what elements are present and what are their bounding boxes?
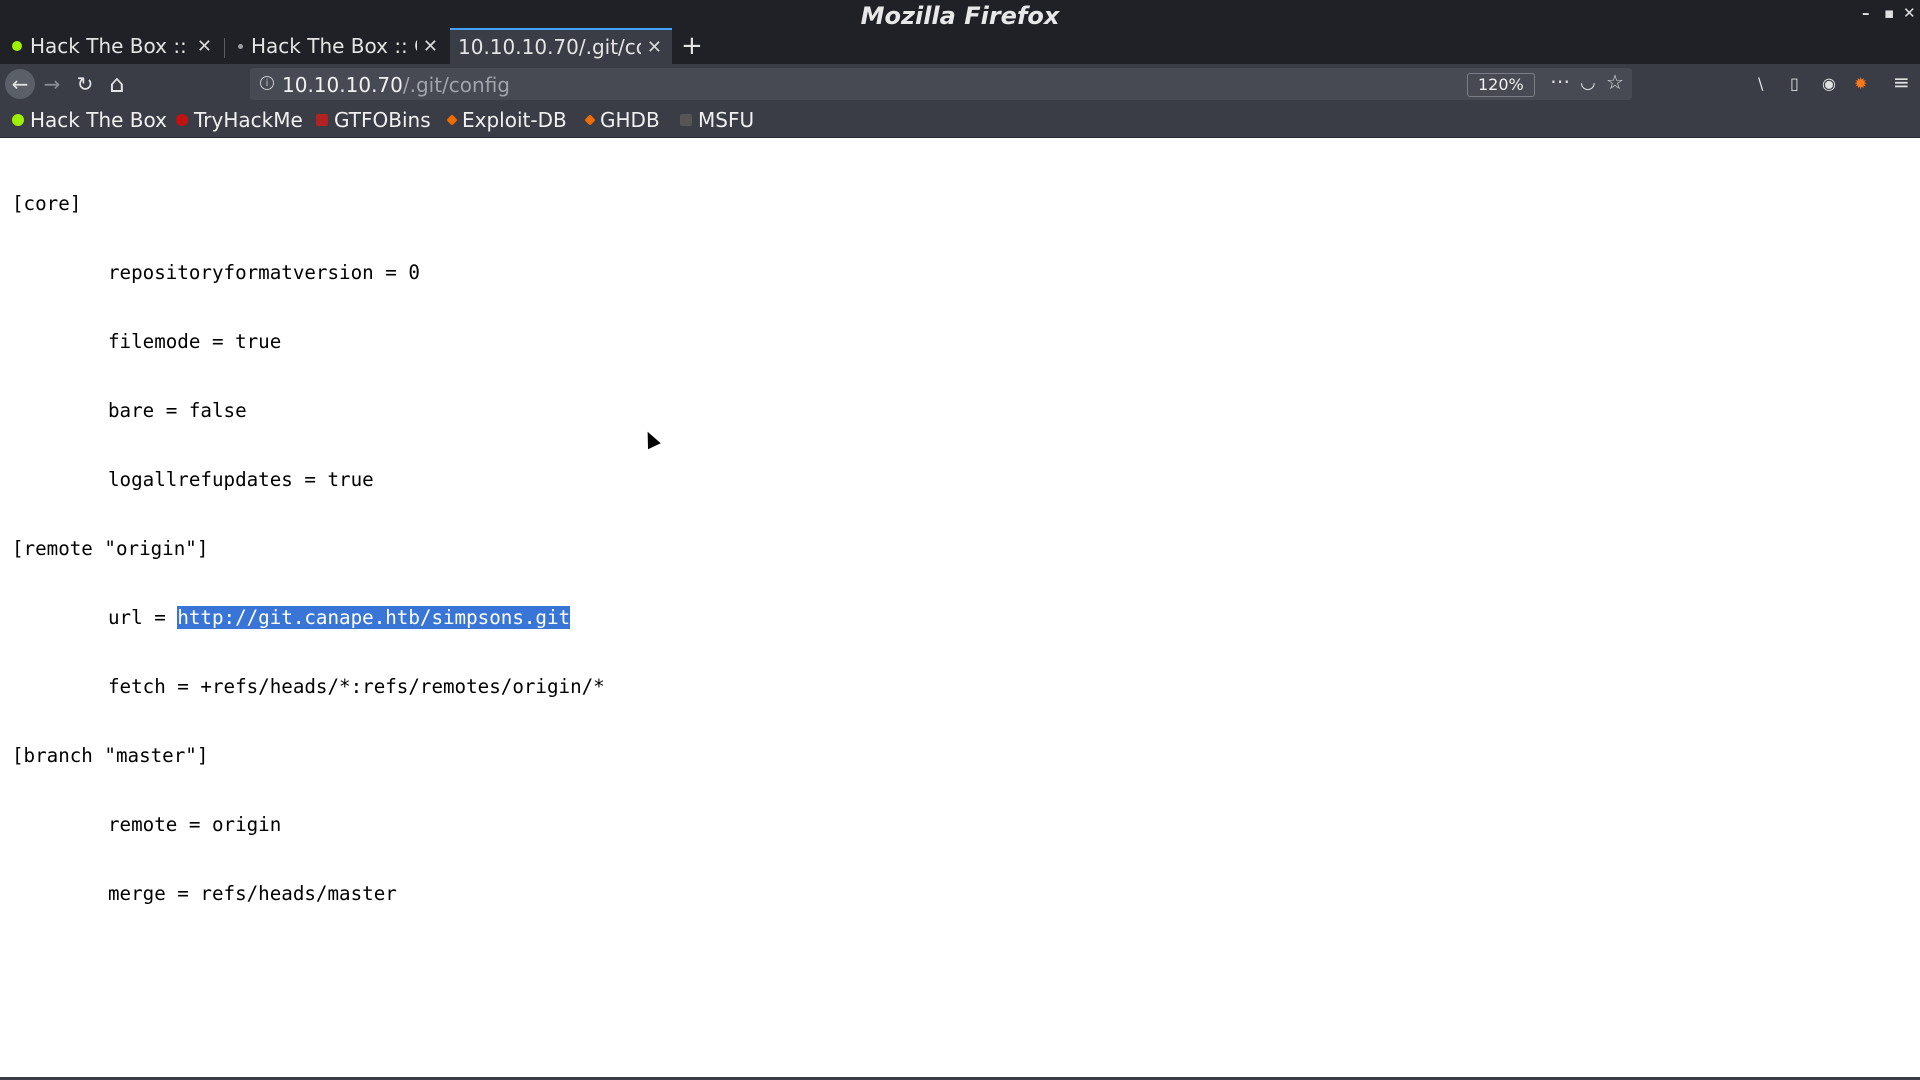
tab-close-icon[interactable]: ✕	[647, 37, 662, 58]
url-field[interactable]: 10.10.10.70/.git/config	[282, 73, 510, 97]
page-actions-icon[interactable]: ⋯	[1550, 69, 1570, 93]
tab-close-icon[interactable]: ✕	[197, 36, 212, 57]
tab-git-config[interactable]: 10.10.10.70/.git/cor ✕	[450, 28, 672, 64]
window-title: Mozilla Firefox	[860, 2, 1060, 30]
exploit-db-icon	[446, 114, 458, 126]
selected-remote-url[interactable]: http://git.canape.htb/simpsons.git	[177, 606, 571, 629]
bookmark-label: GHDB	[600, 108, 660, 132]
tab-label: Hack The Box :: M	[30, 34, 191, 58]
bookmark-label: Hack The Box	[30, 108, 167, 132]
tab-label: 10.10.10.70/.git/cor	[458, 35, 641, 59]
account-icon[interactable]: ◉	[1822, 74, 1836, 93]
hackthebox-favicon-icon	[12, 41, 22, 51]
bookmark-exploit-db[interactable]: Exploit-DB	[446, 108, 567, 132]
library-icon[interactable]: \	[1758, 74, 1763, 93]
maximize-icon[interactable]: ▪	[1884, 4, 1894, 22]
url-key: url =	[108, 606, 178, 629]
page-content: [core] repositoryformatversion = 0 filem…	[0, 138, 1920, 1078]
config-entry: merge = refs/heads/master	[108, 882, 397, 905]
url-path: /.git/config	[402, 73, 511, 97]
ghdb-icon	[584, 114, 596, 126]
bookmark-hackthebox[interactable]: Hack The Box	[12, 108, 167, 132]
bookmark-star-icon[interactable]: ☆	[1606, 70, 1624, 94]
reload-button[interactable]: ↻	[71, 70, 99, 98]
zoom-level-button[interactable]: 120%	[1467, 73, 1535, 97]
config-section-header: [branch "master"]	[12, 744, 209, 767]
bookmark-gtfobins[interactable]: GTFOBins	[316, 108, 431, 132]
navigation-toolbar: ← → ↻ ⌂ i 10.10.10.70/.git/config 120% ⋯…	[0, 64, 1920, 104]
config-entry: filemode = true	[108, 330, 282, 353]
pocket-icon[interactable]: ◡	[1580, 72, 1596, 93]
bookmarks-toolbar: Hack The Box TryHackMe GTFOBins Exploit-…	[0, 104, 1920, 138]
window-titlebar: Mozilla Firefox – ▪ ✕	[0, 0, 1920, 30]
bookmark-tryhackme[interactable]: TryHackMe	[176, 108, 303, 132]
new-tab-button[interactable]: +	[681, 30, 703, 62]
bookmark-msfu[interactable]: MSFU	[680, 108, 754, 132]
close-window-icon[interactable]: ✕	[1903, 4, 1916, 22]
hackthebox-icon	[12, 114, 24, 126]
tryhackme-icon	[176, 114, 188, 126]
tab-label: Hack The Box :: C	[251, 34, 417, 58]
tab-strip: Hack The Box :: M ✕ Hack The Box :: C ✕ …	[0, 28, 1920, 64]
config-section-header: [remote "origin"]	[12, 537, 209, 560]
config-entry: bare = false	[108, 399, 247, 422]
bookmark-label: MSFU	[698, 108, 755, 132]
git-config-text: [core] repositoryformatversion = 0 filem…	[12, 146, 605, 951]
bookmark-label: GTFOBins	[334, 108, 431, 132]
bookmark-label: Exploit-DB	[462, 108, 567, 132]
tab-hackthebox-2[interactable]: Hack The Box :: C ✕	[226, 30, 448, 62]
tab-hackthebox-1[interactable]: Hack The Box :: M ✕	[0, 30, 222, 62]
hamburger-menu-icon[interactable]: ≡	[1893, 70, 1910, 94]
back-button[interactable]: ←	[5, 69, 35, 99]
minimize-icon[interactable]: –	[1862, 4, 1870, 22]
forward-button[interactable]: →	[38, 70, 66, 98]
home-button[interactable]: ⌂	[103, 70, 131, 98]
gtfobins-icon	[316, 114, 328, 126]
site-info-icon[interactable]: i	[260, 76, 274, 90]
extension-icon[interactable]: ✹	[1854, 74, 1867, 93]
tab-separator	[224, 38, 225, 58]
address-bar[interactable]: i 10.10.10.70/.git/config 120% ⋯ ◡ ☆	[250, 68, 1632, 100]
config-entry: url = http://git.canape.htb/simpsons.git	[12, 606, 605, 629]
config-entry: repositoryformatversion = 0	[108, 261, 420, 284]
config-entry: fetch = +refs/heads/*:refs/remotes/origi…	[108, 675, 605, 698]
config-entry: logallrefupdates = true	[108, 468, 374, 491]
url-host: 10.10.10.70	[282, 73, 403, 97]
tab-close-icon[interactable]: ✕	[423, 36, 438, 57]
mouse-cursor-icon	[641, 428, 661, 450]
sidebar-icon[interactable]: ▯	[1790, 74, 1799, 93]
config-entry: remote = origin	[108, 813, 282, 836]
msfu-icon	[680, 114, 692, 126]
config-section-header: [core]	[12, 192, 82, 215]
bookmark-label: TryHackMe	[194, 108, 303, 132]
bookmark-ghdb[interactable]: GHDB	[584, 108, 660, 132]
page-favicon-icon	[238, 43, 243, 49]
